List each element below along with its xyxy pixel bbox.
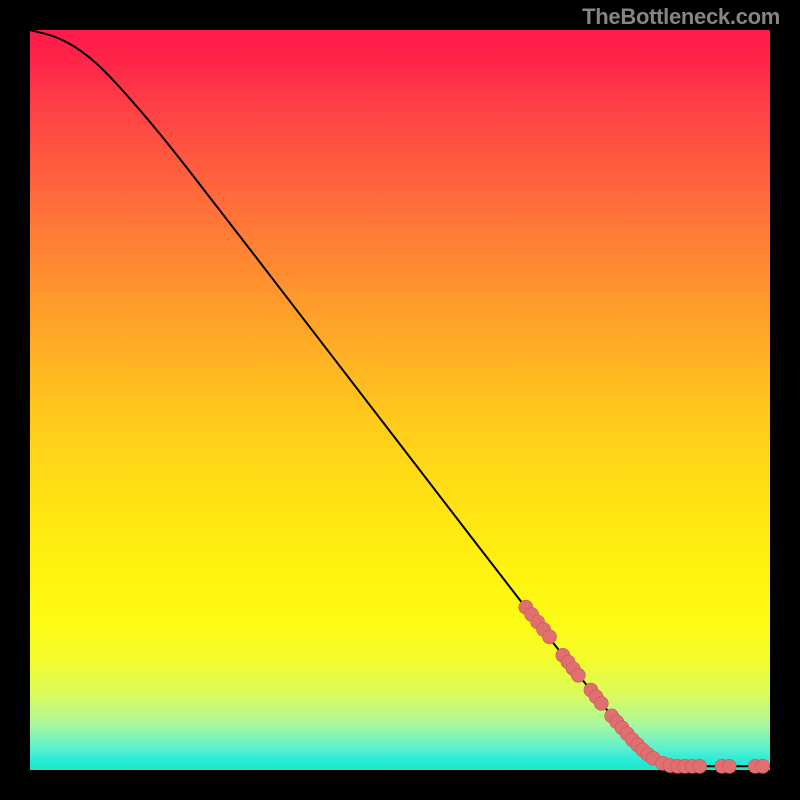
chart-svg	[30, 30, 770, 770]
chart-area	[30, 30, 770, 770]
scatter-point	[571, 668, 585, 682]
scatter-point	[756, 759, 770, 773]
scatter-points	[519, 600, 770, 773]
scatter-point	[693, 759, 707, 773]
bottleneck-curve	[30, 30, 770, 766]
scatter-point	[722, 759, 736, 773]
scatter-point	[594, 696, 608, 710]
scatter-point	[542, 630, 556, 644]
attribution-label: TheBottleneck.com	[582, 4, 780, 30]
